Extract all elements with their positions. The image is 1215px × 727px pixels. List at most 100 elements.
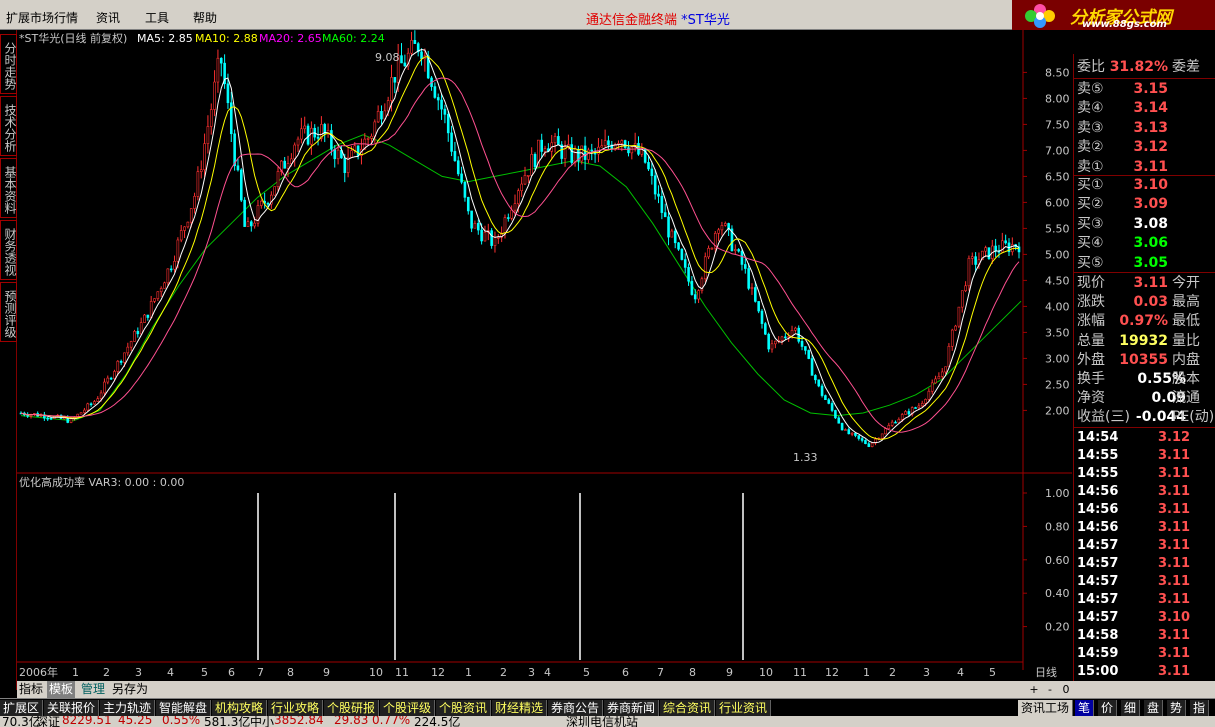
nav-right-tab[interactable]: 资讯工场 (1018, 700, 1074, 716)
candle-body (737, 249, 740, 252)
nav-tab[interactable]: 行业攻略 (268, 700, 324, 716)
save-as-button[interactable]: 另存为 (112, 681, 148, 698)
candle-body (480, 229, 483, 242)
nav-tab[interactable]: 扩展区 (0, 700, 44, 716)
candle-body (630, 146, 634, 154)
tick-time: 14:57 (1077, 556, 1119, 571)
candle-body (113, 371, 116, 379)
nav-tab[interactable]: 智能解盘 (156, 700, 212, 716)
candle-body (657, 193, 660, 197)
info-label2: 最低 (1172, 313, 1200, 330)
candle-body (213, 81, 216, 110)
menu-item-extended-market[interactable]: 扩展市场行情 (6, 9, 78, 26)
kline-chart-area[interactable]: 8.50 8.00 7.50 7.00 6.50 6.00 5.50 5.00 4.50 4.00… (17, 30, 1072, 685)
nav-tab[interactable]: 券商新闻 (604, 700, 660, 716)
candle-body (647, 162, 650, 170)
candle-body (159, 288, 163, 293)
tab-technical[interactable]: 技术分析 (0, 96, 17, 156)
candle-body (964, 285, 967, 292)
nav-tab[interactable]: 个股评级 (380, 700, 436, 716)
indicator-button[interactable]: 指标 (19, 681, 43, 698)
zoom-in-button[interactable]: + (1028, 681, 1040, 698)
info-label: 涨幅 (1077, 313, 1105, 330)
candle-body (770, 343, 774, 350)
candle-body (373, 121, 377, 137)
tick-time: 14:57 (1077, 592, 1119, 607)
info-label: 涨跌 (1077, 294, 1105, 311)
tick-row: 14:58 3.11 (1074, 627, 1215, 645)
candle-body (443, 108, 447, 115)
candle-body (744, 264, 747, 269)
candle-body (453, 151, 457, 162)
ma60-label: MA60: 2.24 (322, 32, 385, 45)
tab-forecast[interactable]: 预测评级 (0, 282, 17, 342)
nav-tab[interactable]: 券商公告 (548, 700, 604, 716)
tick-row: 14:56 3.11 (1074, 501, 1215, 519)
nav-tab[interactable]: 行业资讯 (716, 700, 772, 716)
wb-label: 委比 (1077, 59, 1105, 75)
sell-label: 卖③ (1077, 119, 1104, 136)
tab-intraday[interactable]: 分时走势 (0, 34, 17, 94)
x-axis-label: 4 (957, 666, 964, 679)
menu-item-tools[interactable]: 工具 (145, 9, 169, 26)
price-tick-label: 3.50 (1045, 326, 1070, 339)
nav-right-tab[interactable]: 势 (1167, 700, 1187, 716)
nav-right-tab[interactable]: 细 (1121, 700, 1141, 716)
candle-body (830, 403, 834, 411)
candle-body (99, 392, 103, 399)
buy-price: 3.10 (1133, 177, 1168, 193)
zoom-reset-button[interactable]: 0 (1060, 681, 1072, 698)
candle-body (623, 140, 627, 148)
candle-body (850, 432, 854, 435)
nav-tab[interactable]: 主力轨迹 (100, 700, 156, 716)
candle-body (764, 323, 767, 335)
candle-body (687, 267, 690, 282)
candle-body (126, 346, 130, 354)
candle-body (837, 417, 841, 424)
tab-financials[interactable]: 财务透视 (0, 220, 17, 280)
candle-body (553, 136, 557, 144)
status-shenzhen-pct: 0.55% (162, 716, 201, 727)
candle-body (794, 327, 797, 331)
buy-label: 买⑤ (1077, 254, 1104, 271)
indicator-tick-label: 1.00 (1045, 487, 1070, 500)
nav-tab[interactable]: 关联报价 (44, 700, 100, 716)
tab-fundamentals[interactable]: 基本资料 (0, 158, 17, 218)
candle-body (697, 290, 700, 300)
zoom-out-button[interactable]: - (1044, 681, 1056, 698)
nav-tab[interactable]: 个股资讯 (436, 700, 492, 716)
menu-item-help[interactable]: 帮助 (193, 9, 217, 26)
nav-tab[interactable]: 综合资讯 (660, 700, 716, 716)
manage-button[interactable]: 管理 (81, 681, 105, 698)
template-button[interactable]: 模板 (47, 681, 76, 698)
nav-right-tab[interactable]: 价 (1098, 700, 1118, 716)
nav-tab[interactable]: 机构攻略 (212, 700, 268, 716)
candle-body (523, 175, 527, 185)
status-shenzhen-index: 8229.51 (62, 716, 112, 727)
candle-body (300, 128, 303, 140)
sell-row: 卖⑤ 3.15 (1074, 80, 1215, 99)
candle-body (710, 247, 714, 250)
price-tick-label: 6.50 (1045, 170, 1070, 183)
candle-body (463, 181, 467, 198)
nav-right-tab[interactable]: 盘 (1144, 700, 1164, 716)
candle-body (824, 395, 827, 401)
x-axis-label: 8 (287, 666, 294, 679)
x-axis-label: 6 (228, 666, 235, 679)
x-axis-label: 5 (989, 666, 996, 679)
nav-right-tab[interactable]: 笔 (1075, 700, 1095, 716)
info-row: 总量 19932 量比 (1074, 332, 1215, 351)
candle-body (857, 435, 861, 439)
info-value: 0.03 (1133, 294, 1168, 311)
tick-row: 14:55 3.11 (1074, 465, 1215, 483)
nav-right-tab[interactable]: 指 (1190, 700, 1210, 716)
candle-body (390, 77, 393, 101)
menu-item-news[interactable]: 资讯 (96, 9, 120, 26)
candle-body (533, 154, 537, 168)
sell-price: 3.14 (1133, 100, 1168, 117)
candle-body (887, 425, 891, 429)
nav-tab[interactable]: 个股研报 (324, 700, 380, 716)
candle-body (233, 133, 236, 167)
nav-tab[interactable]: 财经精选 (492, 700, 548, 716)
candle-body (103, 381, 106, 394)
